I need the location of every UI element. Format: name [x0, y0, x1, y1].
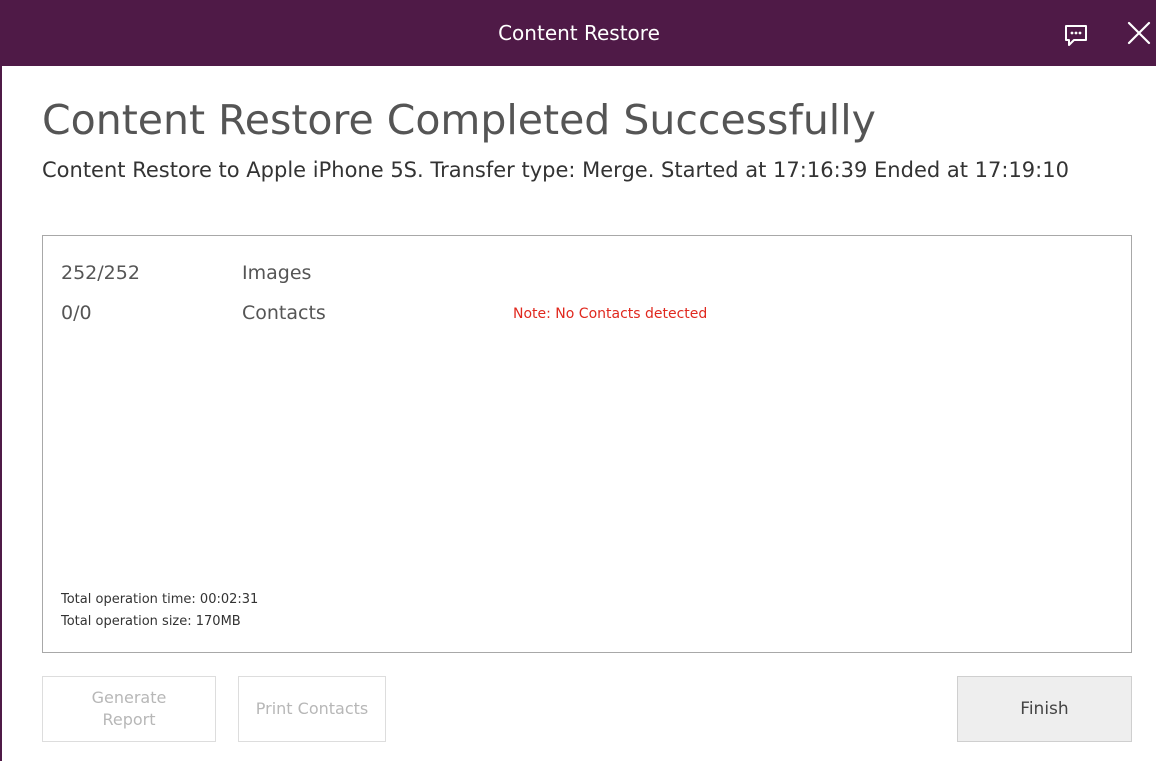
images-count: 252/252 [61, 262, 140, 284]
result-row-images: 252/252 Images [61, 260, 1111, 288]
total-operation-size: Total operation size: 170MB [61, 614, 241, 629]
window-title: Content Restore [498, 21, 660, 45]
content-restore-window: Content Restore Content Restore Complete… [0, 0, 1156, 761]
total-operation-time: Total operation time: 00:02:31 [61, 592, 259, 607]
restore-summary: Content Restore to Apple iPhone 5S. Tran… [42, 158, 1069, 182]
results-panel: 252/252 Images 0/0 Contacts Note: No Con… [42, 235, 1132, 653]
page-title: Content Restore Completed Successfully [42, 96, 876, 144]
generate-report-button[interactable]: Generate Report [42, 676, 216, 742]
print-contacts-button[interactable]: Print Contacts [238, 676, 386, 742]
feedback-icon[interactable] [1062, 21, 1090, 49]
title-bar: Content Restore [2, 0, 1156, 66]
generate-report-label: Generate Report [91, 688, 167, 729]
contacts-count: 0/0 [61, 302, 92, 324]
print-contacts-label: Print Contacts [255, 699, 369, 718]
finish-button[interactable]: Finish [957, 676, 1132, 742]
close-icon[interactable] [1124, 18, 1154, 48]
result-row-contacts: 0/0 Contacts Note: No Contacts detected [61, 300, 1111, 328]
contacts-label: Contacts [242, 302, 326, 324]
operation-totals: Total operation time: 00:02:31 Total ope… [61, 589, 258, 633]
finish-label: Finish [1020, 699, 1069, 719]
images-label: Images [242, 262, 312, 284]
contacts-note: Note: No Contacts detected [513, 306, 708, 322]
